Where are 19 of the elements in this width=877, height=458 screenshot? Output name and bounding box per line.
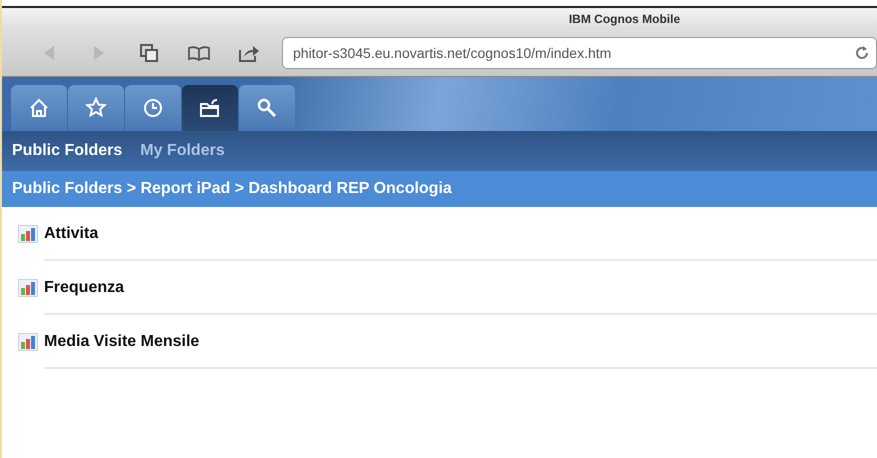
share-icon[interactable] (238, 43, 260, 63)
report-icon (18, 333, 38, 351)
folder-icon (198, 96, 222, 120)
report-link[interactable]: Media Visite Mensile (44, 333, 200, 351)
star-icon (84, 96, 108, 120)
book-icon[interactable] (187, 45, 211, 61)
folder-tab[interactable]: My Folders (140, 142, 225, 160)
search-icon (255, 96, 279, 120)
address-field[interactable]: phitor-s3045.eu.novartis.net/cognos10/m/index.htm (282, 37, 877, 69)
report-icon (18, 279, 38, 297)
report-link[interactable]: Frequenza (44, 279, 124, 297)
reload-icon[interactable] (854, 45, 870, 61)
window-title: IBM Cognos Mobile (568, 12, 680, 26)
report-icon (18, 225, 38, 243)
tab[interactable] (182, 85, 238, 131)
report-link[interactable]: Attivita (44, 225, 98, 243)
pages-icon[interactable] (139, 43, 159, 63)
folder-tab[interactable]: Public Folders (12, 142, 122, 160)
clock-icon (141, 96, 165, 120)
